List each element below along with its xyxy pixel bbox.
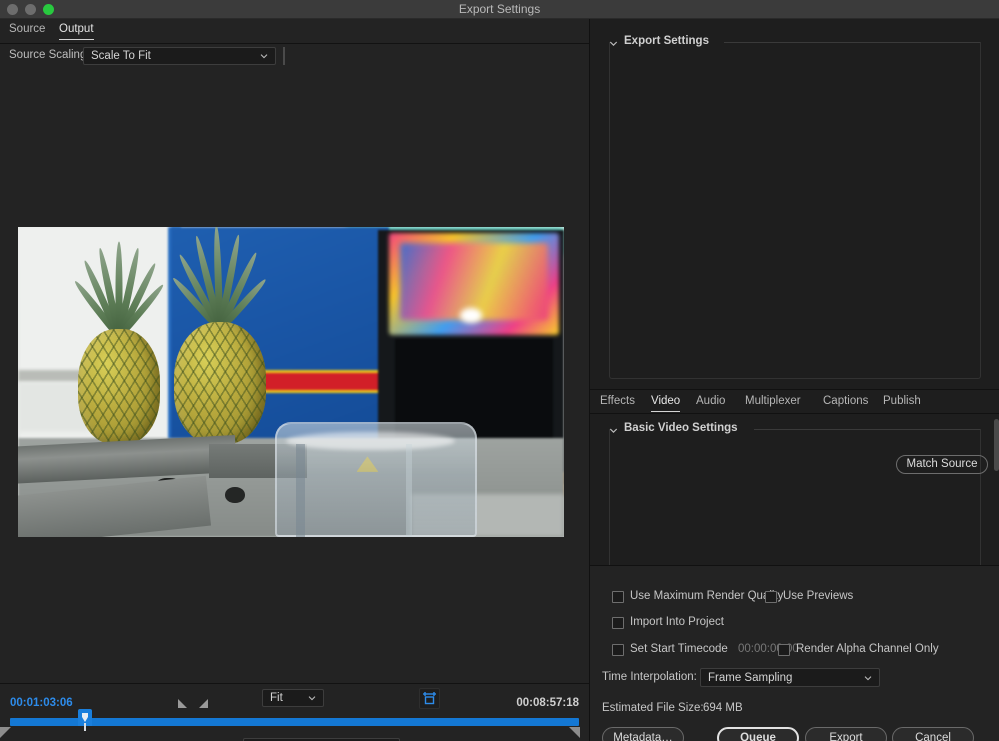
queue-button[interactable]: Queue	[717, 727, 799, 741]
metadata-button[interactable]: Metadata…	[602, 727, 684, 741]
mark-out-icon[interactable]	[199, 699, 208, 708]
trim-in-handle[interactable]	[0, 727, 11, 738]
preview-tabstrip: Source Output	[0, 19, 589, 44]
pane-split-handle[interactable]	[283, 47, 285, 65]
crop-range-icon	[420, 689, 439, 708]
time-interpolation-label: Time Interpolation:	[602, 671, 697, 683]
export-button[interactable]: Export	[805, 727, 887, 741]
chevron-down-icon	[260, 52, 268, 60]
trim-out-handle[interactable]	[569, 727, 580, 738]
chevron-down-icon	[308, 694, 316, 702]
timeline-scrubber[interactable]	[0, 716, 589, 728]
render-alpha-only-checkbox[interactable]	[778, 644, 790, 656]
tab-captions[interactable]: Captions	[823, 395, 868, 411]
video-preview[interactable]	[18, 227, 564, 537]
settings-scrollbar[interactable]	[994, 419, 999, 471]
estimated-file-size-value: 694 MB	[703, 702, 743, 714]
source-scaling-row: Source Scaling: Scale To Fit	[0, 44, 589, 69]
pineapple-right	[174, 233, 267, 444]
source-scaling-label: Source Scaling:	[9, 49, 90, 61]
match-source-button[interactable]: Match Source	[896, 455, 988, 474]
zoom-level-value: Fit	[270, 692, 283, 704]
time-interpolation-select[interactable]: Frame Sampling	[700, 668, 880, 687]
set-start-timecode-label: Set Start Timecode	[630, 643, 728, 655]
cancel-button[interactable]: Cancel	[892, 727, 974, 741]
duration-timecode: 00:08:57:18	[516, 697, 579, 709]
import-into-project-checkbox[interactable]	[612, 617, 624, 629]
source-scaling-value: Scale To Fit	[91, 50, 151, 62]
timeline-range-bar[interactable]	[10, 718, 579, 726]
playhead-handle[interactable]	[78, 709, 92, 726]
window-titlebar: Export Settings	[0, 0, 999, 19]
source-scaling-select[interactable]: Scale To Fit	[83, 47, 276, 65]
zoom-level-select[interactable]: Fit	[262, 689, 324, 707]
tab-publish[interactable]: Publish	[883, 395, 921, 411]
import-into-project-label: Import Into Project	[630, 616, 724, 628]
preview-pane: Source Output Source Scaling: Scale To F…	[0, 19, 589, 741]
use-max-render-quality-checkbox[interactable]	[612, 591, 624, 603]
export-settings-window: Export Settings Source Output Source Sca…	[0, 0, 999, 741]
use-previews-checkbox[interactable]	[765, 591, 777, 603]
pineapple-left	[78, 246, 160, 444]
chevron-down-icon	[864, 674, 872, 682]
source-range-icon-button[interactable]	[419, 688, 440, 709]
export-settings-group	[609, 42, 981, 379]
render-alpha-only-label: Render Alpha Channel Only	[796, 643, 939, 655]
tab-effects[interactable]: Effects	[600, 395, 635, 411]
basic-video-group	[609, 429, 981, 565]
tab-output[interactable]: Output	[59, 23, 94, 40]
tab-multiplexer[interactable]: Multiplexer	[745, 395, 801, 411]
use-max-render-quality-label: Use Maximum Render Quality	[630, 590, 783, 602]
estimated-file-size-label: Estimated File Size:	[602, 702, 704, 714]
settings-pane: Export Settings Match Sequence Settings …	[589, 19, 999, 741]
tab-video[interactable]: Video	[651, 395, 680, 412]
current-timecode[interactable]: 00:01:03:06	[10, 697, 73, 709]
window-title: Export Settings	[0, 0, 999, 19]
set-start-timecode-checkbox[interactable]	[612, 644, 624, 656]
settings-scroll-area: Export Settings Match Sequence Settings …	[590, 19, 999, 565]
settings-tabstrip: Effects Video Audio Multiplexer Captions…	[590, 389, 999, 414]
export-footer: Use Maximum Render Quality Use Previews …	[590, 565, 999, 741]
use-previews-label: Use Previews	[783, 590, 853, 602]
tab-source[interactable]: Source	[9, 23, 45, 39]
tab-audio[interactable]: Audio	[696, 395, 725, 411]
time-interpolation-value: Frame Sampling	[708, 672, 792, 684]
mark-in-icon[interactable]	[178, 699, 187, 708]
